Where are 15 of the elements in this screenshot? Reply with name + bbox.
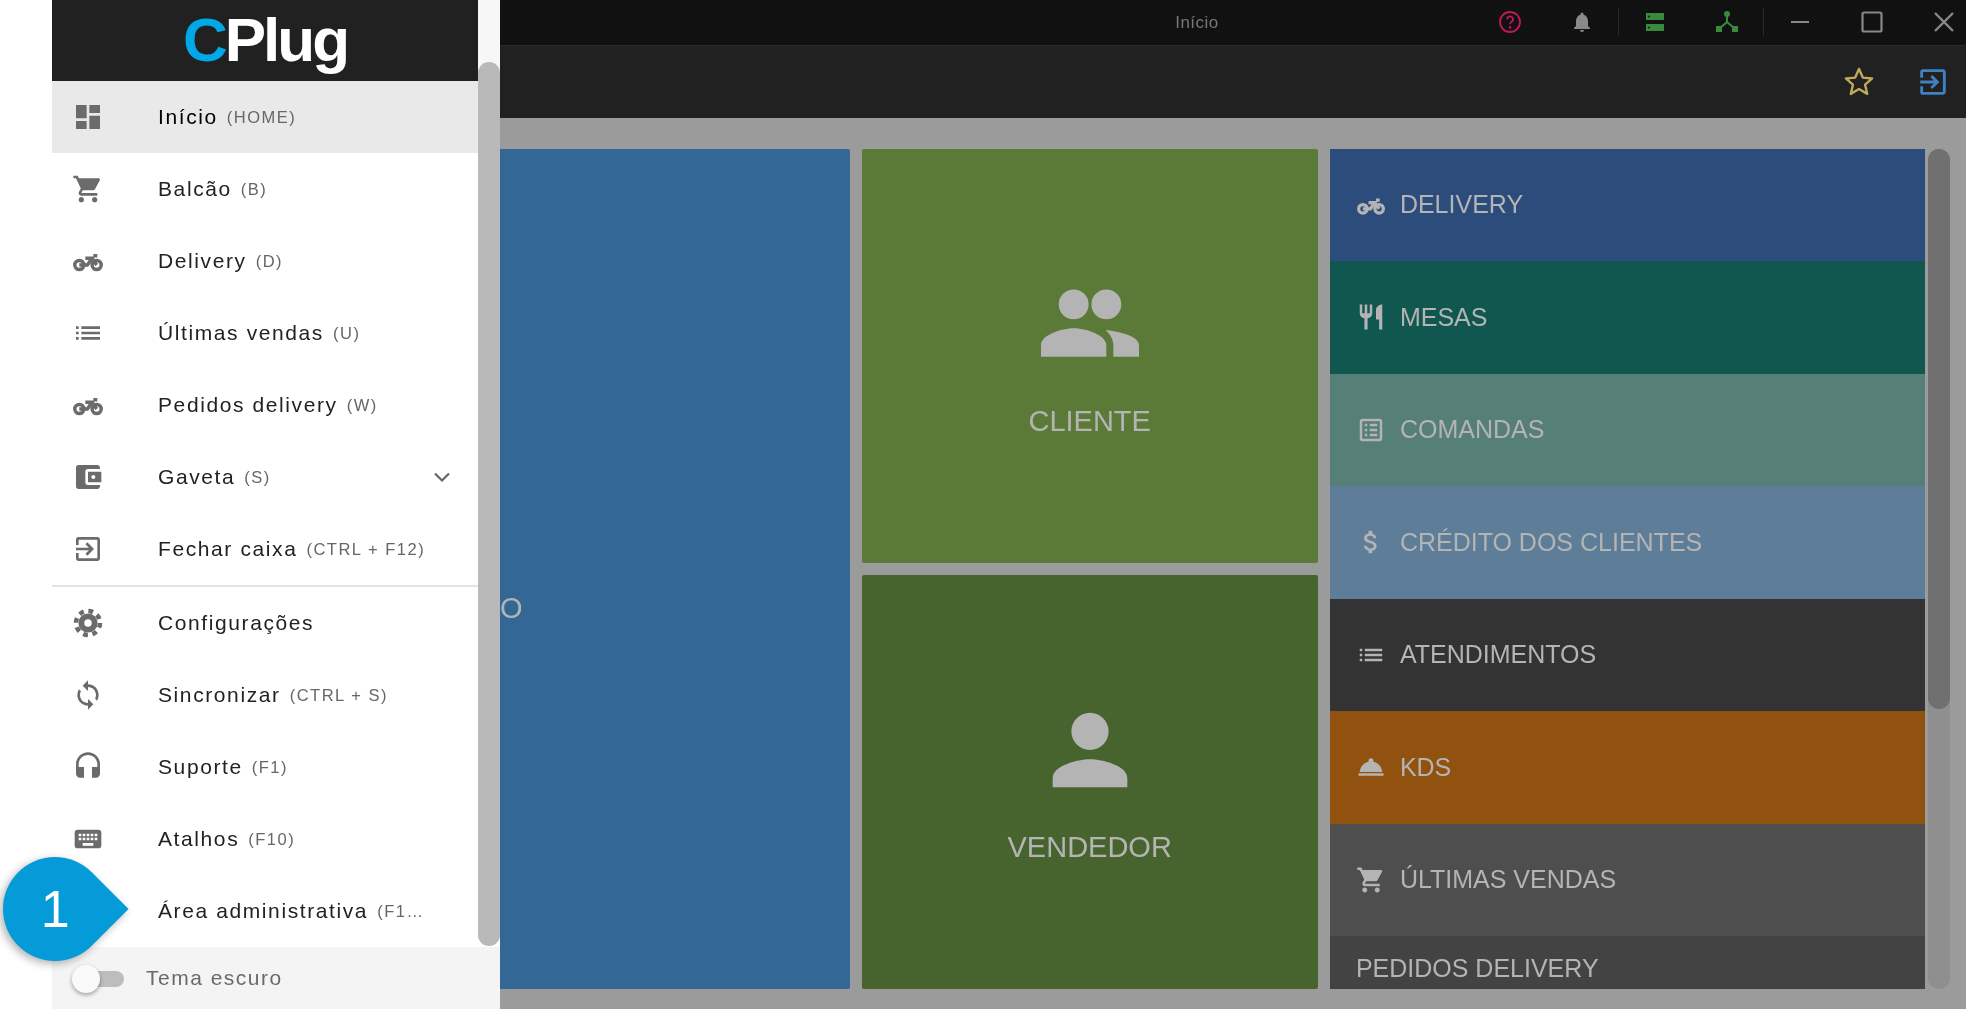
shortcut-row[interactable]: PEDIDOS DELIVERY [1329,936,1926,989]
shortcut-row[interactable]: MESAS [1329,261,1926,374]
network-icon[interactable] [1715,10,1739,35]
menu-item[interactable]: Início (HOME) [52,81,478,153]
settings-icon [72,607,104,639]
help-icon[interactable] [1498,10,1522,35]
logo: CPlug [52,0,478,81]
shortcut-row[interactable]: ATENDIMENTOS [1329,598,1926,711]
scrollbar[interactable] [478,0,500,946]
maximize-icon[interactable] [1860,10,1884,35]
shortcut-row[interactable]: ÚLTIMAS VENDAS [1329,823,1926,936]
toggle-label: Tema escuro [146,965,283,992]
shortcut-row[interactable]: DELIVERY [1329,148,1926,261]
scrollbar[interactable] [1928,148,1950,989]
window-title: Início [1174,11,1220,34]
